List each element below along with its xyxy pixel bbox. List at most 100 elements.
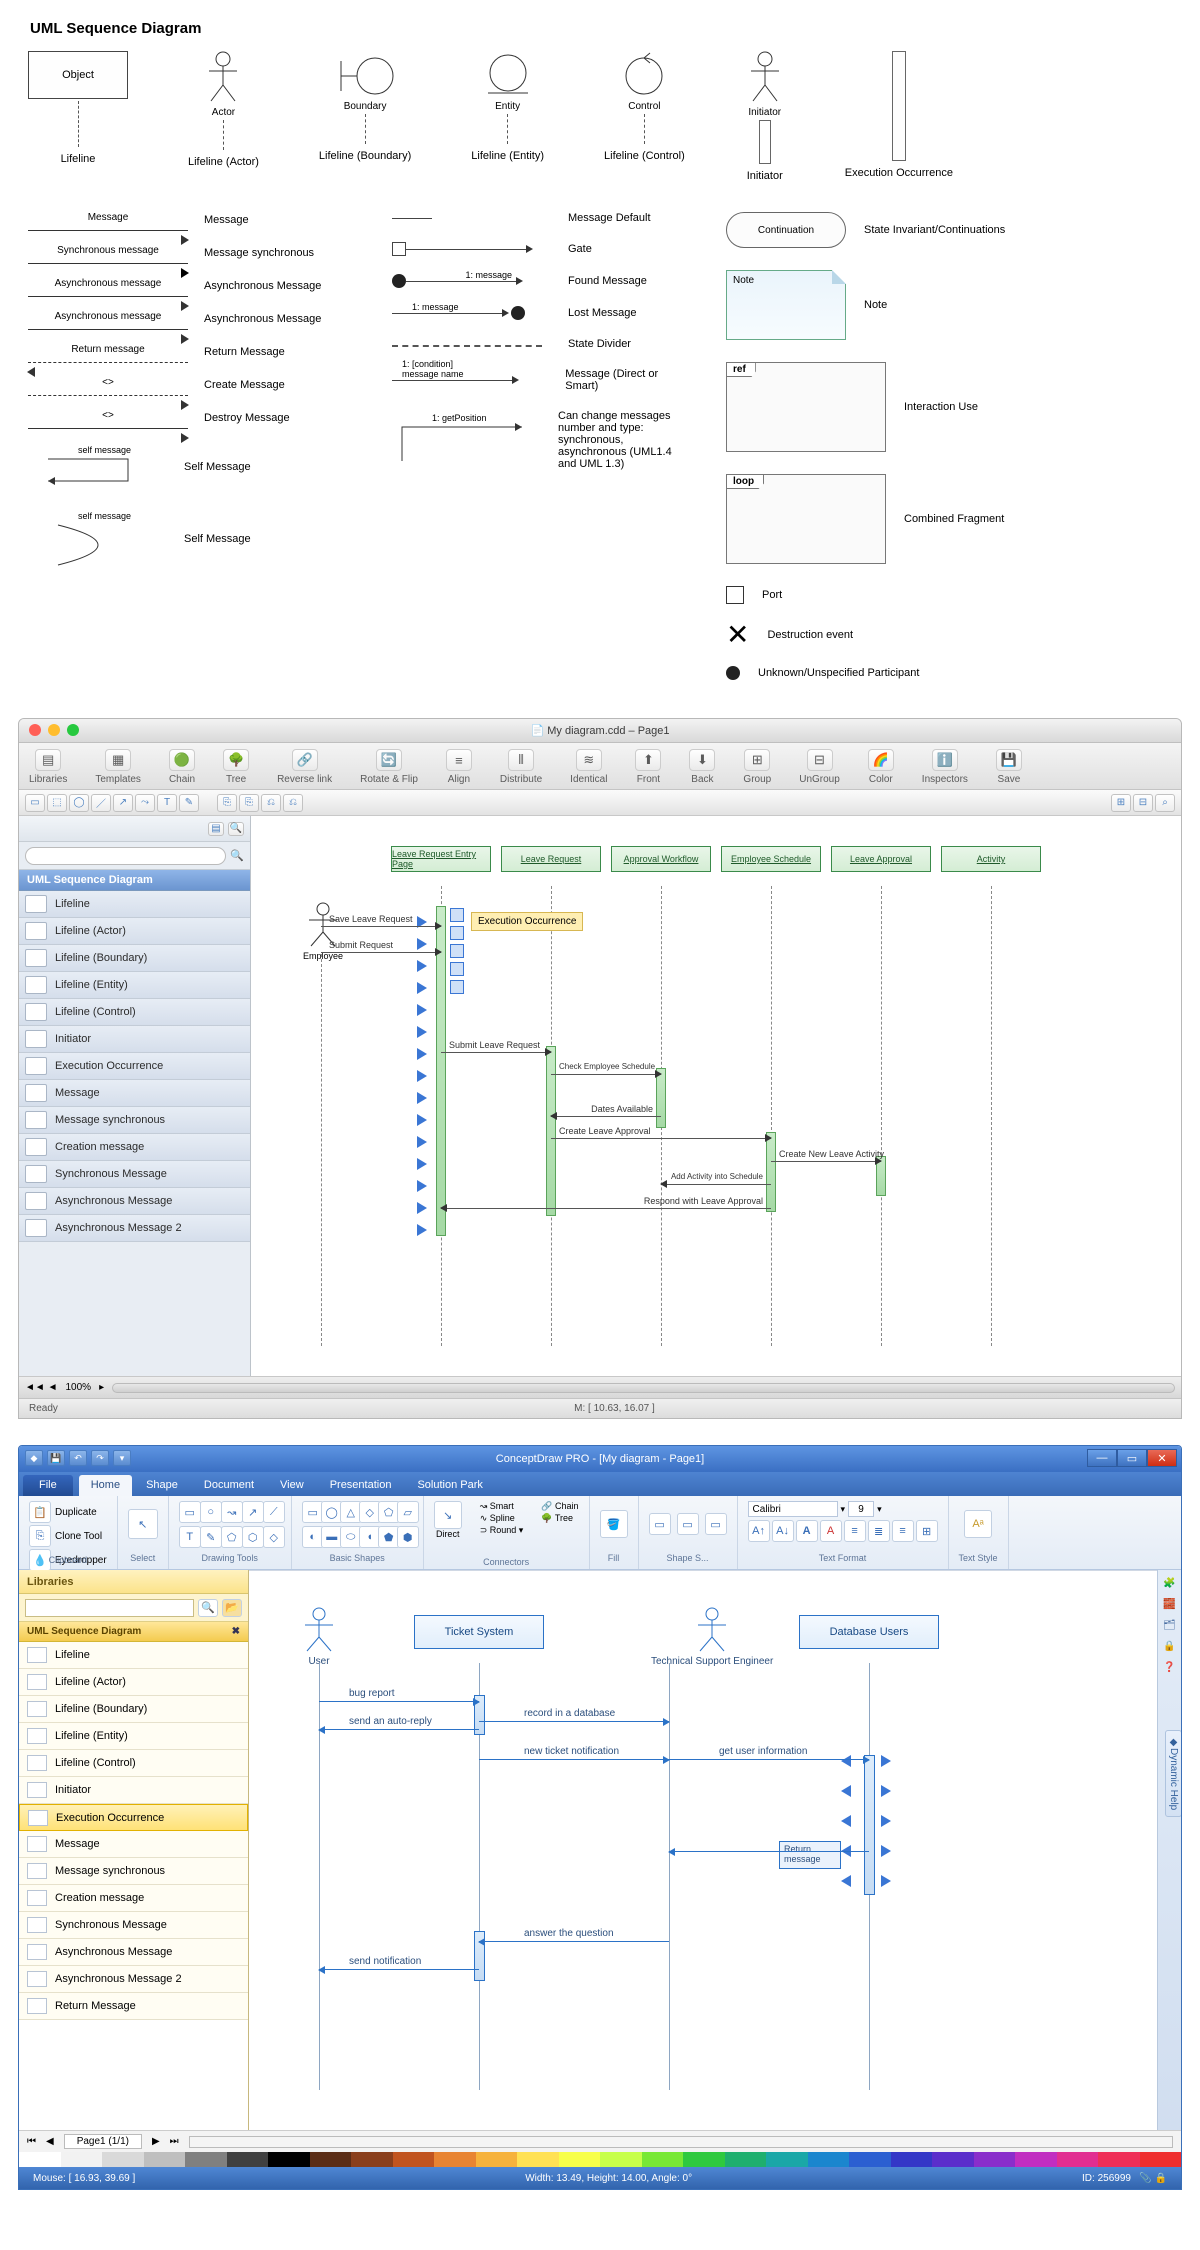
search-icon[interactable]: 🔍 bbox=[198, 1599, 218, 1617]
sidebar-item[interactable]: Synchronous Message bbox=[19, 1161, 250, 1188]
color-swatch[interactable] bbox=[61, 2152, 103, 2167]
shape-icon[interactable]: ◇ bbox=[263, 1526, 285, 1548]
color-swatch[interactable] bbox=[517, 2152, 559, 2167]
handle[interactable] bbox=[450, 944, 464, 958]
color-swatch[interactable] bbox=[559, 2152, 601, 2167]
lifeline-head[interactable]: Leave Request bbox=[501, 846, 601, 872]
tool-button[interactable]: ⬚ bbox=[47, 794, 67, 812]
shape-icon[interactable]: ✎ bbox=[200, 1526, 222, 1548]
color-swatch[interactable] bbox=[1015, 2152, 1057, 2167]
shape-icon[interactable]: ↝ bbox=[221, 1501, 243, 1523]
toolbar-front[interactable]: ⬆Front bbox=[635, 749, 661, 785]
toolbar-identical[interactable]: ≋Identical bbox=[570, 749, 607, 785]
align-icon[interactable]: ≣ bbox=[868, 1520, 890, 1542]
sidebar-item[interactable]: Lifeline (Boundary) bbox=[19, 945, 250, 972]
sidebar-item[interactable]: Message synchronous bbox=[19, 1858, 248, 1885]
font-size-input[interactable] bbox=[848, 1501, 874, 1517]
tool-button[interactable]: T bbox=[157, 794, 177, 812]
color-swatch[interactable] bbox=[808, 2152, 850, 2167]
execution-occurrence[interactable] bbox=[766, 1132, 776, 1212]
sidebar-item[interactable]: Lifeline (Boundary) bbox=[19, 1696, 248, 1723]
scrollbar[interactable] bbox=[112, 1383, 1175, 1393]
clone-icon[interactable]: ⎘ bbox=[29, 1525, 51, 1547]
ribbon-tab[interactable]: View bbox=[268, 1475, 316, 1496]
lifeline-head[interactable]: Employee Schedule bbox=[721, 846, 821, 872]
color-swatch[interactable] bbox=[19, 2152, 61, 2167]
fill-icon[interactable]: 🪣 bbox=[600, 1510, 628, 1538]
toolbar-inspectors[interactable]: ℹ️Inspectors bbox=[922, 749, 968, 785]
actor-user[interactable]: User bbox=[301, 1607, 337, 1667]
shape-icon[interactable]: ⬠ bbox=[221, 1526, 243, 1548]
toolbar-ungroup[interactable]: ⊟UnGroup bbox=[799, 749, 840, 785]
tool-button[interactable]: ✎ bbox=[179, 794, 199, 812]
toolbar-rotate-flip[interactable]: 🔄Rotate & Flip bbox=[360, 749, 418, 785]
page-first-icon[interactable]: ⏮ bbox=[27, 2136, 36, 2147]
toolbar-back[interactable]: ⬇Back bbox=[689, 749, 715, 785]
page-next-icon[interactable]: ▶ bbox=[152, 2136, 160, 2147]
color-swatch[interactable] bbox=[476, 2152, 518, 2167]
handle[interactable] bbox=[450, 980, 464, 994]
sidebar-item[interactable]: Initiator bbox=[19, 1777, 248, 1804]
page-nav[interactable]: ▸ bbox=[99, 1382, 104, 1393]
zoom-dot-icon[interactable] bbox=[67, 724, 79, 736]
win-titlebar[interactable]: ◆💾↶↷▾ ConceptDraw PRO - [My diagram - Pa… bbox=[19, 1446, 1181, 1472]
handle[interactable] bbox=[450, 962, 464, 976]
lifeline-head[interactable]: Activity bbox=[941, 846, 1041, 872]
sidebar-item[interactable]: Lifeline (Actor) bbox=[19, 918, 250, 945]
minimize-button[interactable]: — bbox=[1087, 1449, 1117, 1467]
tool-button[interactable]: ／ bbox=[91, 794, 111, 812]
page-prev-icon[interactable]: ◀ bbox=[46, 2136, 54, 2147]
sidebar-item[interactable]: Asynchronous Message bbox=[19, 1939, 248, 1966]
lifeline-head[interactable]: Ticket System bbox=[414, 1615, 544, 1649]
toolbar-libraries[interactable]: ▤Libraries bbox=[29, 749, 67, 785]
color-swatch[interactable] bbox=[600, 2152, 642, 2167]
color-swatch[interactable] bbox=[766, 2152, 808, 2167]
shape-icon[interactable]: ↗ bbox=[242, 1501, 264, 1523]
message-arrow[interactable]: Submit Request bbox=[321, 952, 441, 953]
color-swatch[interactable] bbox=[393, 2152, 435, 2167]
lib-open-icon[interactable]: 📂 bbox=[222, 1599, 242, 1617]
redo-icon[interactable]: ↷ bbox=[91, 1450, 109, 1466]
message-arrow[interactable]: send an auto-reply bbox=[319, 1729, 479, 1730]
tool-button[interactable]: ▭ bbox=[25, 794, 45, 812]
color-swatch[interactable] bbox=[891, 2152, 933, 2167]
direct-icon[interactable]: ↘ bbox=[434, 1501, 462, 1529]
tool-button[interactable]: ⎌ bbox=[261, 794, 281, 812]
rail-icon[interactable]: 🧩 bbox=[1163, 1578, 1175, 1589]
align-icon[interactable]: ≡ bbox=[892, 1520, 914, 1542]
fontsize-down-icon[interactable]: A↓ bbox=[772, 1520, 794, 1542]
align-icon[interactable]: ≡ bbox=[844, 1520, 866, 1542]
message-arrow[interactable]: answer the question bbox=[479, 1941, 669, 1942]
execution-occurrence[interactable] bbox=[546, 1046, 556, 1216]
pointer-icon[interactable]: ↖ bbox=[128, 1509, 158, 1539]
return-message-box[interactable]: Return message bbox=[779, 1841, 841, 1869]
toolbar-group[interactable]: ⊞Group bbox=[743, 749, 771, 785]
toolbar-distribute[interactable]: ⫴Distribute bbox=[500, 749, 542, 785]
color-swatch[interactable] bbox=[434, 2152, 476, 2167]
sidebar-item[interactable]: Execution Occurrence bbox=[19, 1804, 248, 1831]
tool-button[interactable]: ⊞ bbox=[1111, 794, 1131, 812]
h-scrollbar[interactable] bbox=[189, 2136, 1173, 2148]
tool-button[interactable]: ⎘ bbox=[239, 794, 259, 812]
toolbar-chain[interactable]: 🟢Chain bbox=[169, 749, 195, 785]
color-swatch[interactable] bbox=[725, 2152, 767, 2167]
color-swatch[interactable] bbox=[642, 2152, 684, 2167]
mac-titlebar[interactable]: 📄 My diagram.cdd – Page1 bbox=[19, 719, 1181, 743]
view-icon[interactable]: ▤ bbox=[208, 822, 224, 836]
toolbar-save[interactable]: 💾Save bbox=[996, 749, 1022, 785]
tool-button[interactable]: ⤳ bbox=[135, 794, 155, 812]
page-indicator[interactable]: Page1 (1/1) bbox=[64, 2134, 142, 2149]
ribbon-tab[interactable]: Presentation bbox=[318, 1475, 404, 1496]
min-dot-icon[interactable] bbox=[48, 724, 60, 736]
tool-button[interactable]: ⎌ bbox=[283, 794, 303, 812]
lib-search-input[interactable] bbox=[25, 1599, 194, 1617]
color-swatch[interactable] bbox=[144, 2152, 186, 2167]
message-arrow[interactable]: Save Leave Request bbox=[321, 926, 441, 927]
tool-button[interactable]: ◯ bbox=[69, 794, 89, 812]
toolbar-color[interactable]: 🌈Color bbox=[868, 749, 894, 785]
shape-icon[interactable]: T bbox=[179, 1526, 201, 1548]
color-swatch[interactable] bbox=[974, 2152, 1016, 2167]
page-nav[interactable]: ◄◄ ◄ bbox=[25, 1382, 57, 1393]
ribbon-tab[interactable]: Shape bbox=[134, 1475, 190, 1496]
search-icon[interactable]: 🔍 bbox=[228, 822, 244, 836]
